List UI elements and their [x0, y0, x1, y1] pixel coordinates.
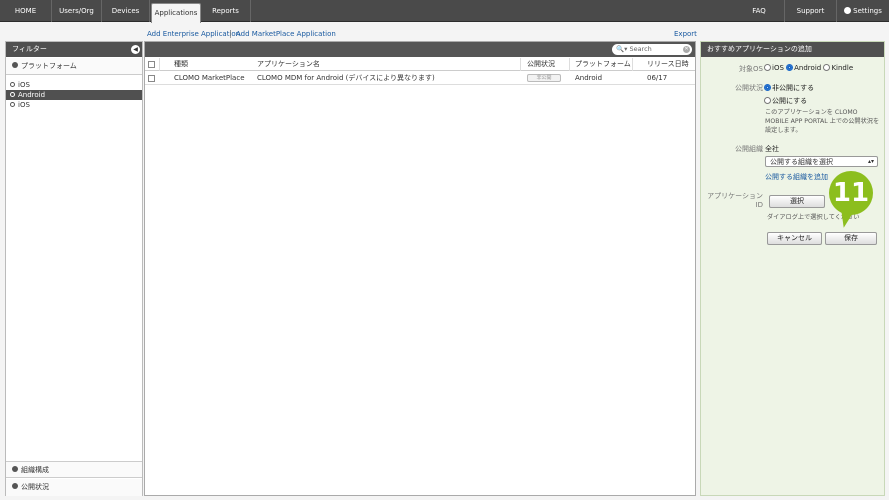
radio-private-label: 非公開にする	[772, 84, 815, 92]
form-title: おすすめアプリケーションの追加	[701, 42, 884, 57]
collapse-icon[interactable]: ◀	[131, 45, 140, 54]
col-name[interactable]: アプリケーション名	[257, 58, 320, 71]
add-marketplace-link[interactable]: Add MarketPlace Application	[236, 30, 336, 38]
table-header: 種類 アプリケーション名 公開状況 プラットフォーム リリース日時	[145, 58, 695, 71]
filter-item-label: iOS	[18, 101, 30, 109]
org-select[interactable]: 公開する組織を選択 ▴▾	[765, 156, 878, 167]
row-name: CLOMO MDM for Android (デバイスにより異なります)	[257, 74, 435, 82]
row-status: 非公開	[527, 72, 561, 85]
nav-applications[interactable]: Applications	[151, 3, 201, 23]
org-label: 公開組織	[735, 145, 763, 153]
col-platform[interactable]: プラットフォーム	[575, 58, 631, 71]
status-section-label: 公開状況	[21, 483, 49, 491]
org-value: 全社	[765, 145, 779, 153]
status-badge: 非公開	[527, 74, 561, 82]
radio-icon	[10, 92, 15, 97]
row-type: CLOMO MarketPlace	[174, 74, 245, 82]
column-divider	[632, 58, 633, 71]
search-icon: 🔍▾	[616, 45, 628, 53]
nav-users-org[interactable]: Users/Org	[52, 0, 102, 22]
row-release: 06/17	[647, 74, 668, 82]
nav-support[interactable]: Support	[784, 0, 836, 22]
select-all-checkbox[interactable]	[148, 61, 155, 68]
row-checkbox[interactable]	[148, 75, 155, 82]
filter-title: フィルター	[12, 45, 47, 53]
os-radio-group: iOS Android Kindle	[764, 64, 853, 72]
table-toolbar: 🔍▾ Search ✕	[145, 42, 695, 57]
platform-section-label: プラットフォーム	[21, 62, 77, 70]
applications-table-panel: 🔍▾ Search ✕ 種類 アプリケーション名 公開状況 プラットフォーム リ…	[144, 41, 696, 496]
status-option-private[interactable]: 非公開にする	[764, 83, 814, 93]
search-placeholder: Search	[629, 45, 652, 53]
col-release[interactable]: リリース日時	[647, 58, 689, 71]
radio-android[interactable]	[786, 64, 794, 71]
top-nav: HOME Users/Org Devices Applications Repo…	[0, 0, 889, 23]
nav-reports[interactable]: Reports	[201, 0, 251, 22]
add-recommended-app-form: おすすめアプリケーションの追加 対象OS iOS Android Kindle …	[700, 41, 885, 496]
search-input[interactable]: 🔍▾ Search ✕	[612, 44, 692, 55]
filter-item-ios-2[interactable]: iOS	[6, 100, 142, 110]
radio-ios-label: iOS	[772, 64, 784, 72]
appid-label: アプリケーションID	[707, 192, 763, 209]
select-button[interactable]: 選択	[769, 195, 825, 208]
filter-item-label: Android	[18, 91, 46, 99]
link-separator: |	[229, 29, 232, 38]
export-link[interactable]: Export	[674, 30, 697, 38]
nav-settings-label: Settings	[853, 7, 882, 15]
nav-faq[interactable]: FAQ	[734, 0, 784, 22]
status-label: 公開状況	[735, 84, 763, 92]
status-option-public[interactable]: 公開にする	[764, 96, 807, 106]
select-arrows-icon: ▴▾	[867, 158, 874, 165]
radio-android-label: Android	[794, 64, 822, 72]
platform-section[interactable]: プラットフォーム	[6, 58, 142, 75]
add-org-link[interactable]: 公開する組織を追加	[765, 172, 828, 182]
status-note: このアプリケーションを CLOMO MOBILE APP PORTAL 上での公…	[765, 109, 880, 134]
radio-kindle-label: Kindle	[831, 64, 854, 72]
nav-settings[interactable]: Settings	[836, 0, 889, 22]
radio-ios[interactable]	[764, 64, 771, 71]
filter-panel: フィルター ◀ プラットフォーム iOS Android iOS 組織構成 公開…	[5, 41, 143, 496]
save-button[interactable]: 保存	[825, 232, 877, 245]
nav-home[interactable]: HOME	[0, 0, 52, 22]
table-row[interactable]: CLOMO MarketPlace CLOMO MDM for Android …	[145, 72, 695, 85]
os-label: 対象OS	[739, 65, 763, 73]
column-divider	[520, 58, 521, 71]
add-enterprise-link[interactable]: Add Enterprise Application	[147, 30, 240, 38]
row-platform: Android	[575, 74, 603, 82]
org-select-value: 公開する組織を選択	[770, 158, 833, 166]
expand-icon	[12, 466, 18, 472]
filter-header: フィルター ◀	[6, 42, 142, 57]
step-callout-badge: 11	[829, 171, 873, 215]
radio-public[interactable]	[764, 97, 771, 104]
radio-private[interactable]	[764, 84, 771, 91]
org-section-label: 組織構成	[21, 466, 49, 474]
col-type[interactable]: 種類	[174, 58, 188, 71]
filter-item-android[interactable]: Android	[6, 90, 142, 100]
expand-icon	[12, 62, 18, 68]
column-divider	[159, 58, 160, 71]
cancel-button[interactable]: キャンセル	[767, 232, 822, 245]
radio-icon	[10, 82, 15, 87]
status-section[interactable]: 公開状況	[6, 479, 142, 496]
radio-kindle[interactable]	[823, 64, 831, 71]
expand-icon	[12, 483, 18, 489]
radio-public-label: 公開にする	[772, 97, 808, 105]
org-section[interactable]: 組織構成	[6, 461, 142, 478]
radio-icon	[10, 102, 15, 107]
column-divider	[569, 58, 570, 71]
filter-item-ios[interactable]: iOS	[6, 80, 142, 90]
nav-devices[interactable]: Devices	[102, 0, 150, 22]
gear-icon	[844, 7, 852, 14]
col-status[interactable]: 公開状況	[527, 58, 555, 71]
filter-item-label: iOS	[18, 81, 30, 89]
clear-icon[interactable]: ✕	[683, 46, 690, 53]
